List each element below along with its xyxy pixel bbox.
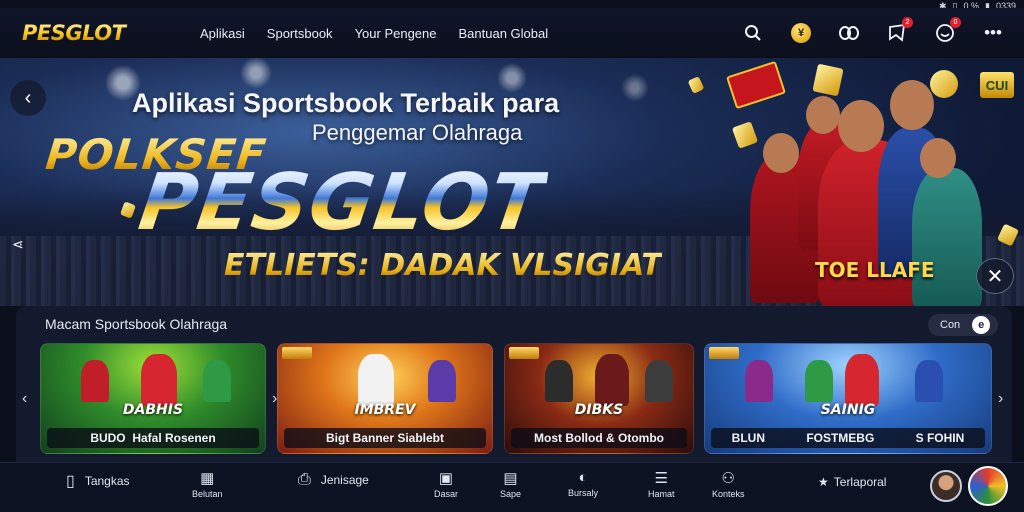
card-headline: IMBREV <box>354 402 416 418</box>
player-figure <box>81 360 109 402</box>
section-title: Macam Sportsbook Olahraga <box>45 316 228 332</box>
player-figure <box>595 354 629 406</box>
hero-title: Aplikasi Sportsbook Terbaik para <box>132 88 560 118</box>
hero-tagline: ETLIETS: DADAK VLSIGIAT <box>224 248 662 283</box>
card-tag <box>282 347 312 359</box>
toggle-label: Con <box>940 319 961 331</box>
hero-brand-text: PESGLOT <box>133 158 551 248</box>
chevron-left-icon[interactable]: ‹ <box>10 80 46 116</box>
card-label: Bigt Banner Siablebt <box>284 428 486 448</box>
avatar[interactable] <box>930 470 962 502</box>
star-icon: ★ <box>818 475 829 489</box>
card-tag <box>709 347 739 359</box>
sport-card[interactable]: DIBKS Most Bollod & Otombo <box>504 343 694 454</box>
toggle-knob: e <box>972 316 991 334</box>
message-badge: 0 <box>950 17 961 28</box>
nav-item-sape[interactable]: ▤ Sape <box>500 469 521 499</box>
player-head <box>920 138 956 178</box>
bottom-nav: ▯ Tangkas ▦ Belutan ⎙ Jenisage ▣ Dasar ▤… <box>0 462 1024 512</box>
menu-item-aplikasi[interactable]: Aplikasi <box>200 26 245 41</box>
app-badge-icon[interactable] <box>968 466 1008 506</box>
top-nav: PESGLOT Aplikasi Sportsbook Your Pengene… <box>0 8 1024 58</box>
nav-item-hamat[interactable]: ☰ Hamat <box>648 469 675 499</box>
hero-side-text: TOE LLAFE <box>815 258 935 282</box>
picture-icon: ▤ <box>503 470 518 487</box>
nav-item-belutan[interactable]: ▦ Belutan <box>192 469 223 499</box>
brand-logo[interactable]: PESGLOT <box>22 21 172 45</box>
section-toggle[interactable]: Con e <box>928 314 998 336</box>
player-head <box>763 133 799 173</box>
sport-card[interactable]: DABHIS BUDO Hafal Rosenen <box>40 343 266 454</box>
link-icon[interactable] <box>836 20 862 46</box>
main-menu: Aplikasi Sportsbook Your Pengene Bantuan… <box>200 26 548 41</box>
coin-icon[interactable]: ¥ <box>788 20 814 46</box>
card-headline: DIBKS <box>574 402 624 418</box>
contacts-icon: ⚇ <box>721 470 735 487</box>
calendar-icon: ▦ <box>200 470 215 487</box>
player-figure <box>141 354 177 406</box>
player-figure <box>203 360 231 402</box>
nav-item-jenisage[interactable]: ⎙ Jenisage <box>298 471 369 489</box>
hero-chip: CUI <box>980 72 1014 98</box>
player-head <box>890 80 934 130</box>
screen-icon: ▣ <box>438 470 454 487</box>
search-icon[interactable] <box>740 20 766 46</box>
player-head <box>838 100 884 152</box>
gold-coin-decoration <box>930 70 958 98</box>
menu-item-sportsbook[interactable]: Sportsbook <box>267 26 333 41</box>
nav-item-terlaporal[interactable]: ★ Terlaporal <box>818 475 886 489</box>
sport-card[interactable]: SAINIG BLUN FOSTMEBG S FOHIN <box>704 343 992 454</box>
chevron-right-icon[interactable]: › <box>998 390 1003 408</box>
card-tag <box>509 347 539 359</box>
notification-badge: 2 <box>902 17 913 28</box>
sport-card[interactable]: IMBREV Bigt Banner Siablebt <box>277 343 493 454</box>
menu-item-pengene[interactable]: Your Pengene <box>355 26 437 41</box>
player-figure <box>358 354 394 406</box>
more-icon[interactable]: ••• <box>980 20 1006 46</box>
card-headline: SAINIG <box>820 402 876 418</box>
menu-item-bantuan[interactable]: Bantuan Global <box>459 26 549 41</box>
list-icon: ☰ <box>654 470 668 487</box>
player-figure <box>845 354 879 406</box>
chat-icon: ◐ <box>578 469 588 486</box>
player-figure <box>545 360 573 402</box>
header-actions: ¥ 2 0 ••• <box>740 17 1006 46</box>
messages-icon[interactable]: 0 <box>932 17 961 46</box>
hero-subtitle: Penggemar Olahraga <box>312 120 523 145</box>
player-figure <box>805 360 833 402</box>
nav-item-dasar[interactable]: ▣ Dasar <box>434 469 458 499</box>
notifications-icon[interactable]: 2 <box>884 17 913 46</box>
player-figure <box>915 360 943 402</box>
hero-banner[interactable]: CUI Aplikasi Sportsbook Terbaik para Pen… <box>0 58 1024 306</box>
player-figure <box>745 360 773 402</box>
player-figure <box>645 360 673 402</box>
nav-item-konteks[interactable]: ⚇ Konteks <box>712 469 745 499</box>
nav-item-bursaly[interactable]: ◐ Bursaly <box>568 469 598 498</box>
phone-icon: ▯ <box>66 473 75 490</box>
card-label: Most Bollod & Otombo <box>511 428 687 448</box>
close-icon[interactable]: ✕ <box>976 258 1014 294</box>
chevron-left-icon[interactable]: ‹ <box>22 390 27 408</box>
nav-item-tangkas[interactable]: ▯ Tangkas <box>66 471 130 491</box>
share-icon[interactable]: ⋖ <box>12 236 24 253</box>
player-head <box>806 96 840 134</box>
player-figure <box>912 168 982 306</box>
bookmark-icon: ⎙ <box>298 471 311 488</box>
card-headline: DABHIS <box>122 402 184 418</box>
card-label: BLUN FOSTMEBG S FOHIN <box>711 428 985 448</box>
player-figure <box>428 360 456 402</box>
card-label: BUDO Hafal Rosenen <box>47 428 259 448</box>
sportsbook-section: Macam Sportsbook Olahraga Con e ‹ › › ‹ … <box>16 306 1012 462</box>
